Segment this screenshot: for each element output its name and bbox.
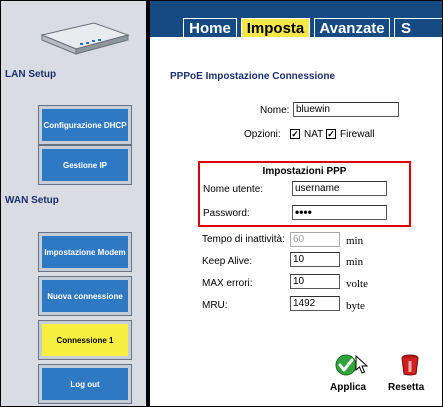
- idle-time-input[interactable]: [290, 232, 340, 247]
- sidebar-button-dhcp[interactable]: Configurazione DHCP: [38, 105, 132, 145]
- apply-button[interactable]: Applica: [330, 382, 366, 393]
- mru-input[interactable]: [290, 296, 340, 311]
- nat-label: NAT: [304, 129, 324, 140]
- idle-time-unit: min: [346, 235, 364, 247]
- tab-imposta[interactable]: Imposta: [241, 18, 310, 37]
- sidebar-button-connection-1[interactable]: Connessione 1: [38, 320, 132, 360]
- password-label: Password:: [203, 208, 250, 219]
- router-config-window: LAN Setup Configurazione DHCP Gestione I…: [0, 0, 443, 407]
- apply-checkmark-icon[interactable]: [335, 354, 357, 376]
- tab-avanzate[interactable]: Avanzate: [314, 18, 390, 37]
- top-tab-bar: Home Imposta Avanzate S: [150, 1, 442, 37]
- connection-name-input[interactable]: [293, 102, 399, 117]
- wan-setup-label: WAN Setup: [5, 195, 59, 206]
- username-input[interactable]: [292, 181, 387, 196]
- keepalive-label: Keep Alive:: [202, 256, 253, 267]
- max-errors-input[interactable]: [290, 274, 340, 289]
- password-input[interactable]: ••••: [292, 205, 387, 220]
- mouse-cursor-icon: [355, 355, 369, 374]
- keepalive-unit: min: [346, 256, 364, 268]
- reset-trash-icon[interactable]: [400, 354, 420, 376]
- tab-home[interactable]: Home: [183, 18, 237, 37]
- firewall-label: Firewall: [340, 129, 375, 140]
- lan-setup-label: LAN Setup: [5, 69, 57, 80]
- router-device-image: [40, 22, 130, 55]
- tab-status[interactable]: S: [394, 18, 442, 37]
- username-label: Nome utente:: [203, 184, 264, 195]
- firewall-checkbox[interactable]: ✓: [326, 129, 336, 139]
- main-content: PPPoE Impostazione Connessione Nome: Opz…: [150, 37, 442, 406]
- nat-checkbox[interactable]: ✓: [290, 129, 300, 139]
- sidebar-button-modem-settings[interactable]: Impostazione Modem: [38, 232, 132, 272]
- options-label: Opzioni:: [244, 129, 281, 140]
- sidebar-button-logout[interactable]: Log out: [38, 364, 132, 404]
- sidebar: LAN Setup Configurazione DHCP Gestione I…: [1, 1, 146, 406]
- ppp-settings-title: Impostazioni PPP: [262, 166, 347, 177]
- reset-button[interactable]: Resetta: [388, 382, 424, 393]
- mru-unit: byte: [346, 300, 365, 312]
- ppp-settings-box: Impostazioni PPP Nome utente: Password: …: [198, 161, 411, 227]
- max-errors-unit: volte: [346, 278, 368, 290]
- idle-time-label: Tempo di inattività:: [202, 234, 285, 245]
- mru-label: MRU:: [202, 300, 228, 311]
- sidebar-button-new-connection[interactable]: Nuova connessione: [38, 276, 132, 316]
- sidebar-button-ip-management[interactable]: Gestione IP: [38, 145, 132, 185]
- page-title: PPPoE Impostazione Connessione: [170, 71, 336, 82]
- max-errors-label: MAX errori:: [202, 278, 253, 289]
- keepalive-input[interactable]: [290, 252, 340, 267]
- name-label: Nome:: [260, 105, 290, 116]
